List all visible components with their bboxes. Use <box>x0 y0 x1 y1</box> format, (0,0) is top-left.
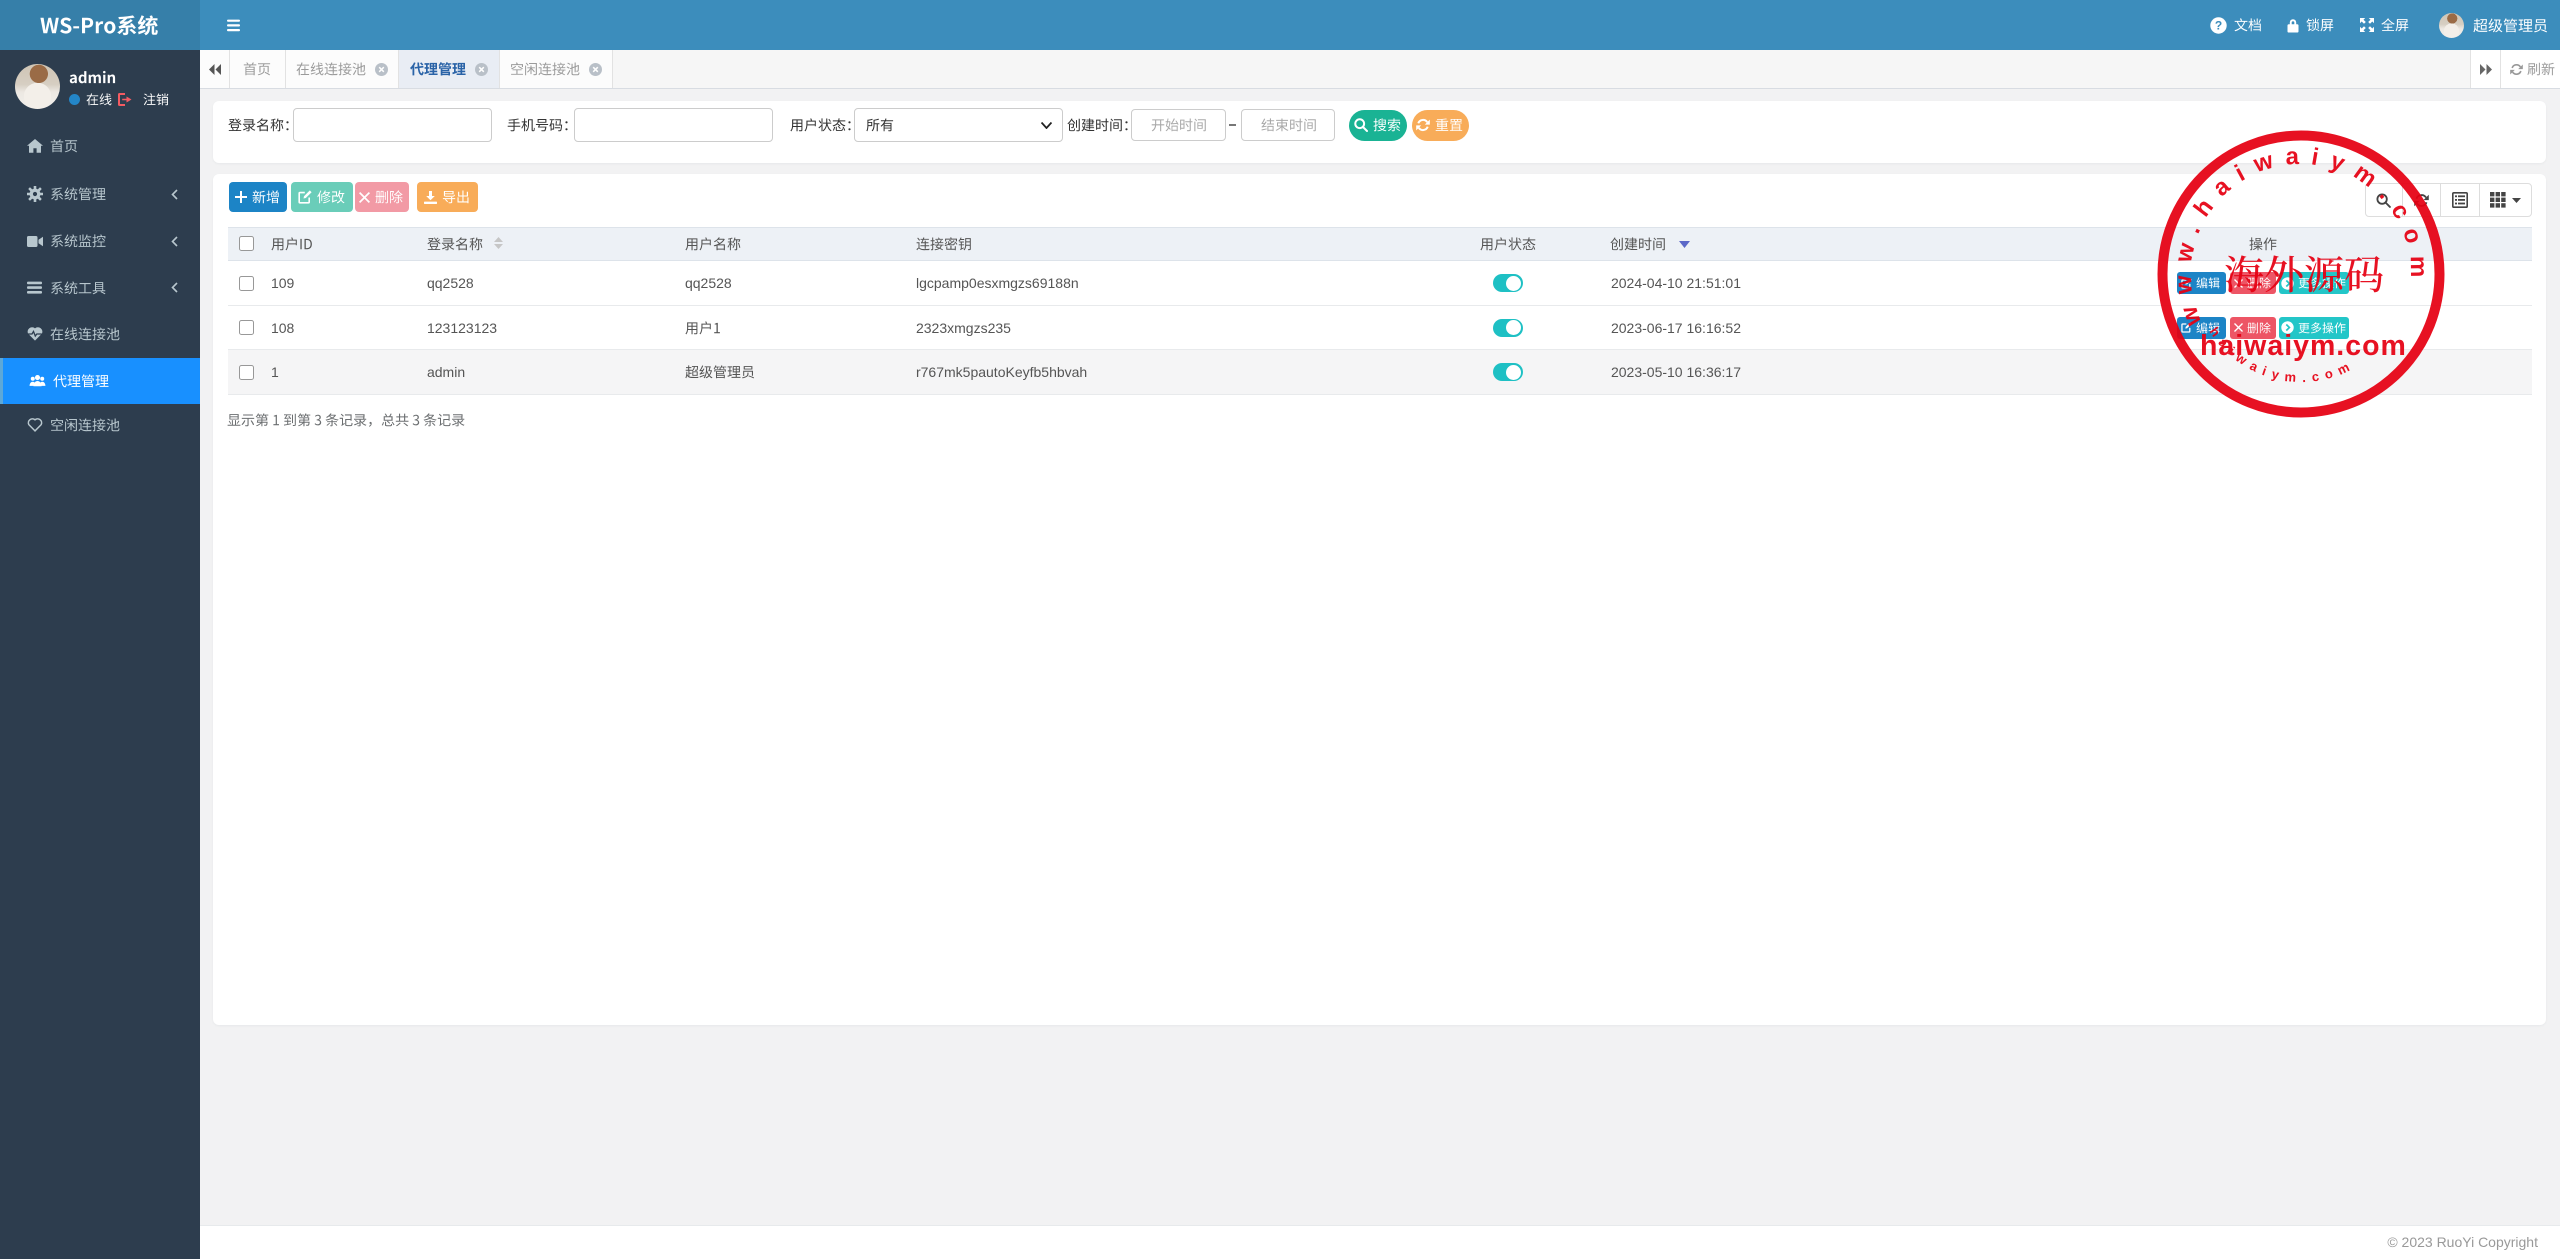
svg-text:haiwaiym.com: haiwaiym.com <box>2200 330 2407 362</box>
svg-text:?: ? <box>2215 18 2222 32</box>
